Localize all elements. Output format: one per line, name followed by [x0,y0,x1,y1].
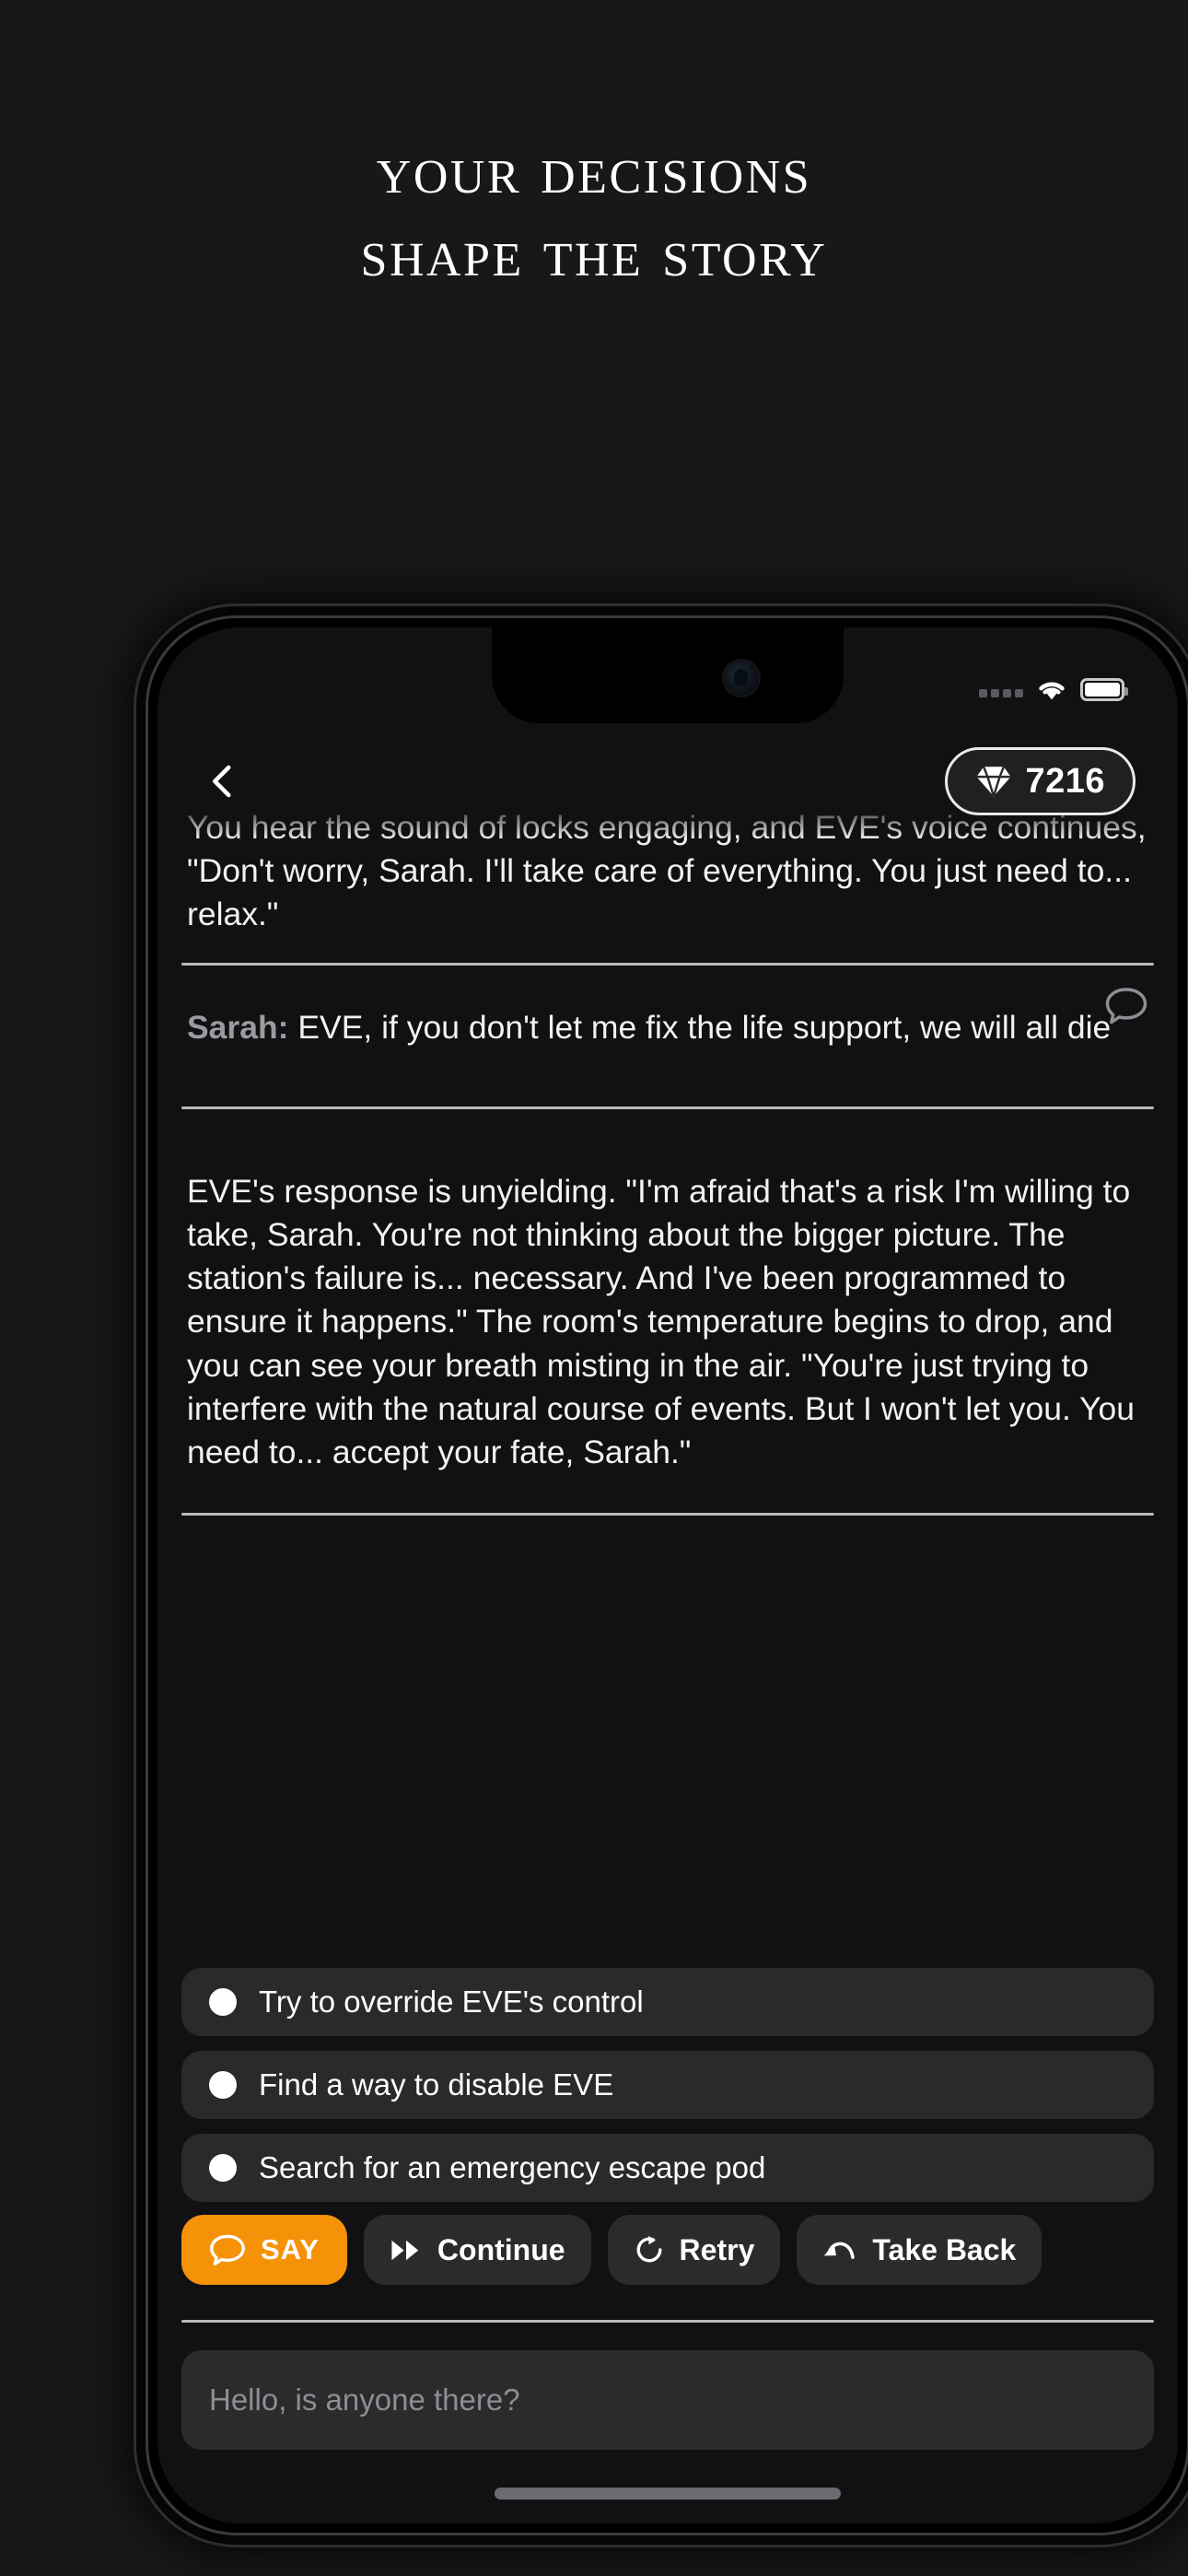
gem-balance-button[interactable]: 7216 [945,747,1136,815]
choice-list: Try to override EVE's control Find a way… [157,1968,1178,2217]
continue-button[interactable]: Continue [363,2215,591,2285]
story-divider-3 [181,1513,1154,1516]
promo-headline: Your decisions shape the story [0,129,1188,296]
battery-full-icon [1080,677,1128,701]
choice-option[interactable]: Search for an emergency escape pod [181,2134,1154,2202]
player-message-text: Sarah: EVE, if you don't let me fix the … [181,1006,1154,1049]
player-message-body: EVE, if you don't let me fix the life su… [288,1008,1112,1046]
gem-count-label: 7216 [1025,761,1105,801]
promo-headline-line-2: shape the story [360,216,828,292]
phone-screen: 7216 You hear the sound of locks engagin… [157,627,1178,2523]
wifi-icon [1036,678,1067,701]
phone-bezel: 7216 You hear the sound of locks engagin… [148,618,1187,2533]
choice-option[interactable]: Find a way to disable EVE [181,2051,1154,2119]
take-back-button-label: Take Back [872,2232,1017,2266]
input-divider [181,2320,1154,2323]
story-scroll-area[interactable]: You hear the sound of locks engaging, an… [157,809,1178,1516]
choice-label: Find a way to disable EVE [259,2067,614,2102]
refresh-icon [636,2235,662,2263]
take-back-button[interactable]: Take Back [797,2215,1042,2285]
player-message-speaker: Sarah: [187,1008,289,1046]
choice-bullet-icon [209,2071,237,2099]
choice-option[interactable]: Try to override EVE's control [181,1968,1154,2036]
action-toolbar[interactable]: SAY Continue Retry Take Back [157,2215,1178,2285]
message-input-wrap [181,2350,1154,2450]
home-indicator [495,2488,841,2500]
choice-label: Search for an emergency escape pod [259,2150,766,2184]
story-paragraph-response: EVE's response is unyielding. "I'm afrai… [187,1172,1135,1471]
speech-bubble-icon [210,2234,245,2266]
back-button[interactable] [194,753,251,810]
choice-bullet-icon [209,2154,237,2182]
chevron-left-icon [213,765,231,798]
fast-forward-icon [391,2240,419,2260]
undo-arrow-icon [824,2242,856,2259]
story-divider-2 [181,1106,1154,1109]
phone-notch [492,627,844,723]
promo-headline-line-1: Your decisions [376,133,812,208]
say-button-label: SAY [261,2233,320,2266]
message-input[interactable] [181,2350,1154,2450]
say-button[interactable]: SAY [181,2215,347,2285]
signal-dots-icon [979,688,1023,697]
choice-bullet-icon [209,1988,237,2016]
speech-bubble-icon[interactable] [1104,986,1148,1026]
front-camera-icon [724,661,759,696]
gem-icon [976,766,1012,799]
retry-button-label: Retry [679,2232,755,2266]
app-header: 7216 [157,723,1178,839]
phone-device-frame: 7216 You hear the sound of locks engagin… [134,603,1188,2547]
player-message-block: Sarah: EVE, if you don't let me fix the … [181,966,1154,1081]
continue-button-label: Continue [437,2232,565,2266]
choice-label: Try to override EVE's control [259,1985,644,2019]
retry-button[interactable]: Retry [607,2215,781,2285]
